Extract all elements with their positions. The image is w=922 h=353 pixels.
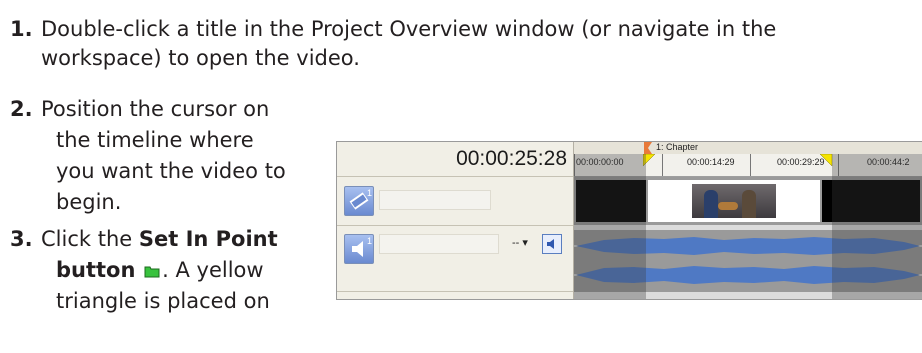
divider <box>337 225 573 226</box>
ruler-tick <box>750 154 751 176</box>
ruler-label: 00:00:14:29 <box>687 157 735 167</box>
chevron-down-icon: ▾ <box>522 237 528 249</box>
timeline-screenshot: 00:00:25:28 1 1 -- ▾ 1: Chapter 00:00:00… <box>336 141 922 300</box>
set-in-point-icon <box>144 266 160 278</box>
step-text: Double-click a title in the Project Over… <box>41 17 777 41</box>
timeline-area[interactable]: 1: Chapter 00:00:00:00 00:00:14:29 00:00… <box>574 142 922 299</box>
video-thumbnail <box>692 184 776 218</box>
step-text: Click the Set In Point <box>41 225 278 253</box>
audio-track-name-field[interactable] <box>379 234 499 254</box>
chapter-label: 1: Chapter <box>656 142 699 152</box>
step-text: button . A yellow <box>56 256 264 284</box>
step-number: 2. <box>10 97 33 121</box>
step-text: workspace) to open the video. <box>41 46 360 70</box>
track-header-pane: 00:00:25:28 1 1 -- ▾ <box>337 142 574 299</box>
step-text: begin. <box>56 190 122 214</box>
volume-dropdown[interactable]: -- ▾ <box>512 236 528 249</box>
volume-value: -- <box>512 237 520 249</box>
step-text-plain: . A yellow <box>162 258 264 282</box>
divider <box>337 176 573 177</box>
divider <box>337 291 573 292</box>
step-text: the timeline where <box>56 128 254 152</box>
video-frame <box>648 180 820 222</box>
ruler-label: 00:00:29:29 <box>777 157 825 167</box>
ruler-tick <box>662 154 663 176</box>
audio-track-number: 1 <box>367 236 373 246</box>
video-track-name-field[interactable] <box>379 190 491 210</box>
step-number: 3. <box>10 227 33 251</box>
set-in-point-label: Set In Point <box>138 227 278 251</box>
chapter-marker-icon[interactable] <box>644 142 654 154</box>
step-text: you want the video to <box>56 159 286 183</box>
timecode-display: 00:00:25:28 <box>456 147 567 170</box>
out-of-range-shade <box>832 154 922 299</box>
step-text-plain: Click the <box>41 227 139 251</box>
speaker-icon[interactable] <box>542 234 562 254</box>
button-word: button <box>56 258 136 282</box>
step-number: 1. <box>10 17 33 41</box>
chapter-bar: 1: Chapter <box>574 142 922 154</box>
step-text: Position the cursor on <box>41 97 270 121</box>
step-text: triangle is placed on <box>56 289 270 313</box>
out-of-range-shade <box>574 154 646 299</box>
video-track-number: 1 <box>367 188 373 198</box>
